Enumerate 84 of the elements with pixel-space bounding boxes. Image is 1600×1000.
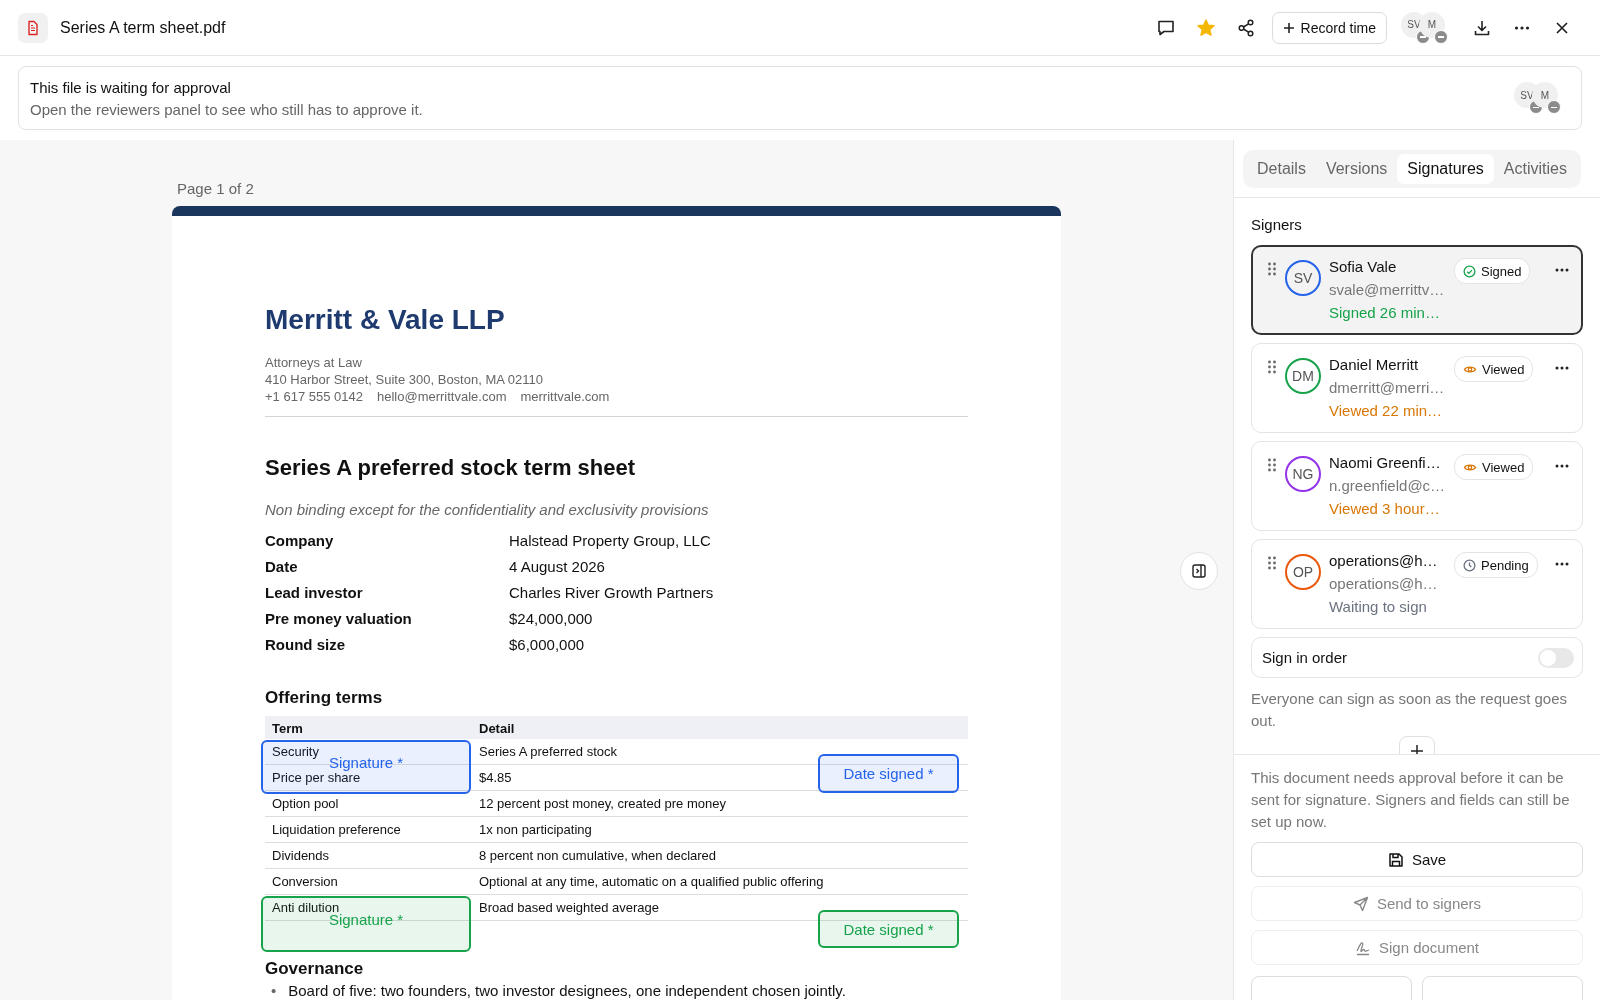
signer-avatar: SV [1285, 260, 1321, 296]
firm-contact: merrittvale.com [520, 388, 610, 405]
signer-email: operations@h… [1329, 575, 1439, 592]
document-subtitle: Non binding except for the confidentiality and exclusivity provisions [265, 501, 710, 518]
page-label: Page 1 of 2 [177, 180, 255, 197]
status-badge: Signed [1454, 258, 1531, 284]
bullet-marker: • [271, 982, 277, 1000]
signer-card[interactable]: OP operations@h… operations@h… Waiting to sign Pending [1251, 539, 1583, 629]
signer-card[interactable]: NG Naomi Greenfi… n.greenfield@c… Viewed 3 hour… Viewed [1251, 441, 1583, 531]
signer-activity: Viewed 22 min… [1329, 402, 1444, 419]
save-button[interactable]: Save [1251, 842, 1583, 877]
paper-plane-icon [1352, 895, 1369, 912]
signer-email: n.greenfield@c… [1329, 477, 1447, 494]
table-cell: Series A preferred stock [472, 739, 968, 765]
plus-icon [1410, 744, 1424, 754]
table-cell: Liquidation preference [265, 816, 472, 843]
signer-activity: Viewed 3 hour… [1329, 500, 1441, 517]
save-icon [1387, 851, 1404, 868]
signer-avatar: DM [1285, 358, 1321, 394]
signer-avatar: OP [1285, 554, 1321, 590]
tab[interactable]: Signatures [1397, 154, 1494, 184]
record-time-button[interactable]: Record time [1271, 11, 1387, 44]
signer-email: dmerritt@merri… [1329, 379, 1446, 396]
order-note: Everyone can sign as soon as the request goes out. [1251, 689, 1569, 731]
fact-value: Charles River Growth Partners [509, 584, 715, 602]
fact-label: Company [265, 532, 335, 550]
table-cell: 1x non participating [472, 816, 968, 843]
signer-name: Daniel Merritt [1329, 356, 1420, 373]
fact-value: Halstead Property Group, LLC [509, 532, 712, 550]
table-cell: Conversion [265, 868, 472, 895]
tab[interactable]: Activities [1493, 154, 1577, 184]
signer-email: svale@merrittv… [1329, 281, 1446, 298]
column-header: Detail [472, 716, 968, 739]
drag-handle-icon[interactable] [1267, 360, 1277, 374]
panel-toggle-icon[interactable] [1180, 552, 1218, 590]
date-signed-field[interactable]: Date signed * [818, 754, 959, 793]
signer-card[interactable]: SV Sofia Vale svale@merrittv… Signed 26 min… Signed [1251, 245, 1583, 335]
table-cell: 12 percent post money, created pre money [472, 790, 968, 817]
signer-activity: Waiting to sign [1329, 598, 1428, 615]
signer-name: operations@h… [1329, 552, 1439, 569]
firm-name: Merritt & Vale LLP [265, 304, 506, 336]
drag-handle-icon[interactable] [1267, 556, 1277, 570]
section-heading: Governance [265, 959, 365, 979]
approval-note: This document needs approval before it can be sent for signature. Signers and fields can still be set up now. [1251, 768, 1571, 832]
pdf-file-icon [18, 12, 48, 43]
firm-tagline: Attorneys at Law [265, 354, 363, 371]
signer-avatar: NG [1285, 456, 1321, 492]
sign-in-order-label: Sign in order [1262, 649, 1348, 666]
section-heading: Offering terms [265, 688, 384, 708]
table-cell: 8 percent non cumulative, when declared [472, 842, 968, 869]
signer-activity: Signed 26 min… [1329, 304, 1441, 321]
drag-handle-icon[interactable] [1267, 458, 1277, 472]
banner-title: This file is waiting for approval [30, 78, 232, 96]
tab[interactable]: Versions [1315, 154, 1398, 184]
table-cell: Broad based weighted average [472, 894, 968, 921]
signer-card[interactable]: DM Daniel Merritt dmerritt@merri… Viewed 22 min… Viewed [1251, 343, 1583, 433]
firm-address: 410 Harbor Street, Suite 300, Boston, MA 02110 [265, 371, 544, 388]
status-badge: Pending [1454, 552, 1538, 578]
fact-value: 4 August 2026 [509, 558, 606, 576]
table-cell: Dividends [265, 842, 472, 869]
plus-icon [1282, 21, 1295, 34]
table-cell: Optional at any time, automatic on a qualified public offering [472, 868, 968, 895]
status-badge: Viewed [1454, 454, 1534, 480]
fact-label: Date [265, 558, 299, 576]
column-header: Term [265, 716, 472, 739]
fact-label: Pre money valuation [265, 610, 413, 628]
tab[interactable]: Details [1247, 154, 1316, 184]
document-title: Series A preferred stock term sheet [265, 455, 637, 481]
bullet-text: Board of five: two founders, two investor designees, one independent chosen jointly. [288, 982, 846, 1000]
table-cell: Option pool [265, 790, 472, 817]
firm-contact: +1 617 555 0142 [265, 388, 363, 405]
drag-handle-icon[interactable] [1267, 262, 1277, 276]
firm-contact: hello@merrittvale.com [376, 388, 507, 405]
signature-icon [1354, 939, 1371, 956]
fact-value: $6,000,000 [509, 636, 586, 654]
banner-text: Open the reviewers panel to see who still has to approve it. [30, 100, 424, 118]
signer-name: Sofia Vale [1329, 258, 1398, 275]
fact-label: Lead investor [265, 584, 364, 602]
signer-name: Naomi Greenfi… [1329, 454, 1442, 471]
signers-heading: Signers [1251, 216, 1303, 233]
fact-label: Round size [265, 636, 346, 654]
status-badge: Viewed [1454, 356, 1534, 382]
fact-value: $24,000,000 [509, 610, 594, 628]
file-title: Series A term sheet.pdf [60, 18, 226, 37]
